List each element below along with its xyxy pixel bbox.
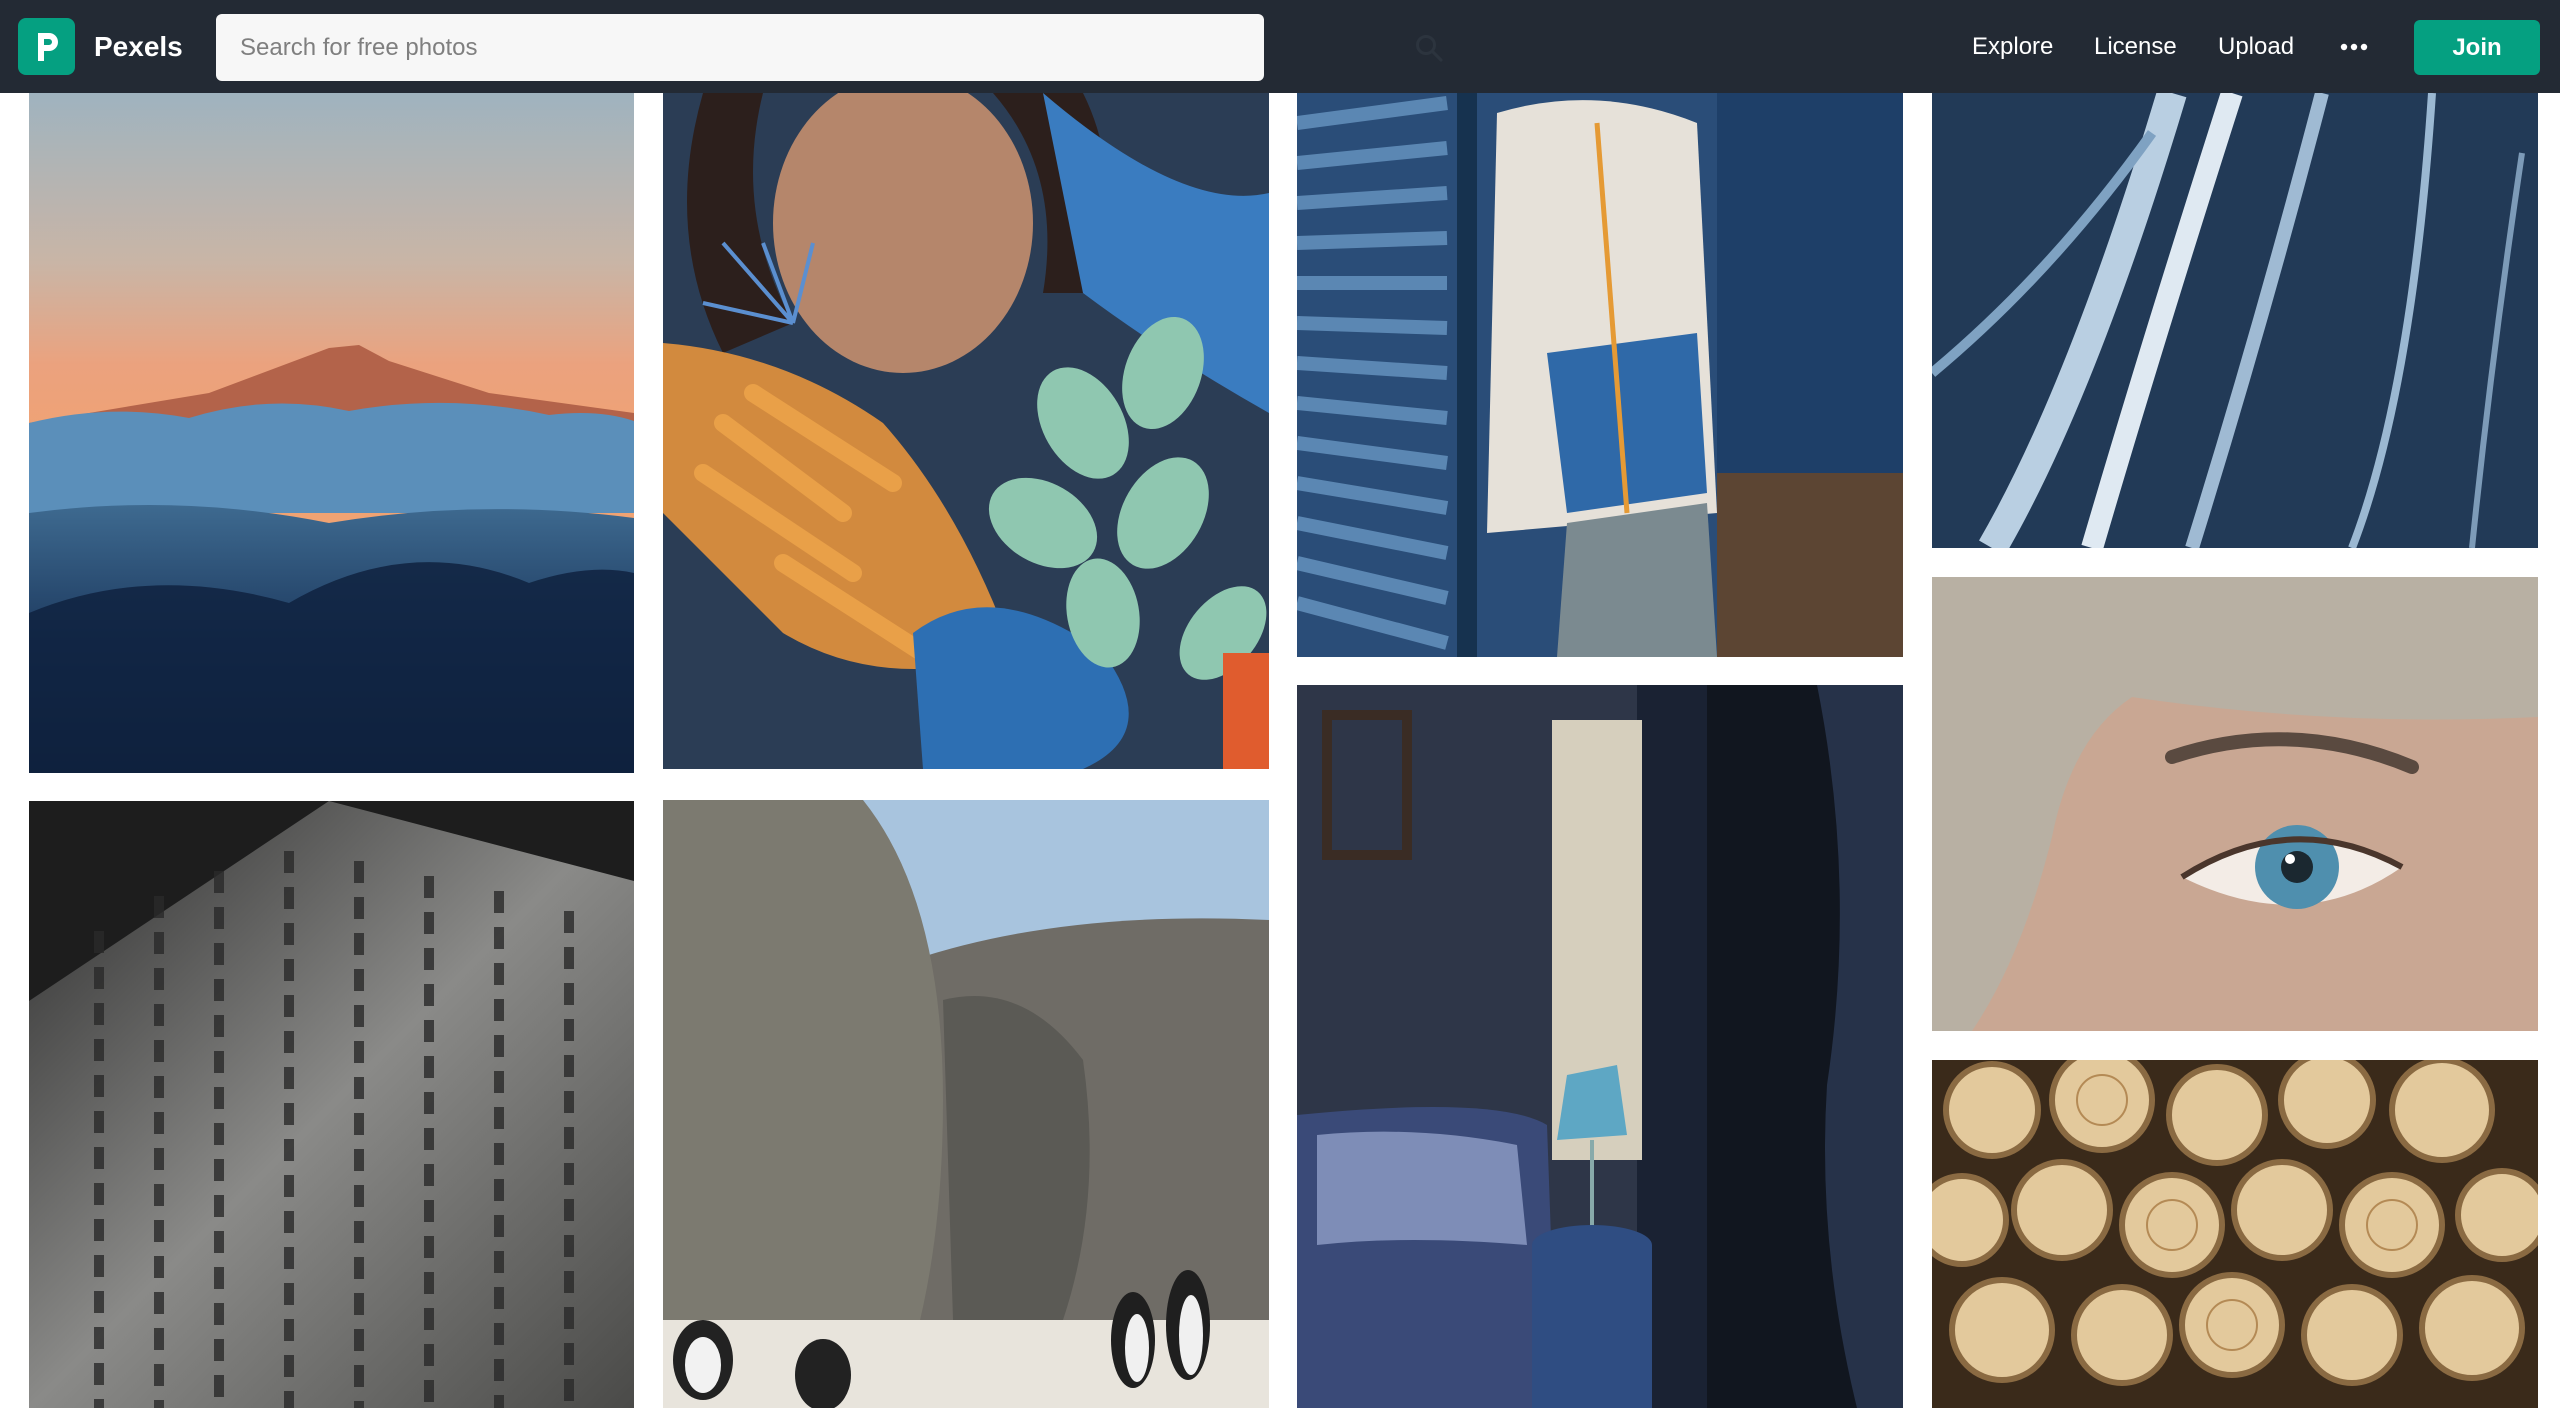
join-button[interactable]: Join [2414,20,2540,75]
photo-woman-leaves[interactable] [663,93,1269,769]
photo-stacked-logs[interactable] [1932,1060,2538,1408]
top-navigation-bar: Pexels Explore License Upload Join [0,0,2560,93]
brand-name[interactable]: Pexels [94,30,183,64]
photo-temple-inscriptions[interactable] [29,801,634,1408]
photo-eye-closeup[interactable] [1932,577,2538,1031]
nav-license-link[interactable]: License [2094,28,2177,66]
photo-dark-bedroom[interactable] [1297,685,1903,1408]
photo-fleece-jacket[interactable] [1297,93,1903,657]
search-icon[interactable] [1412,31,1446,65]
photo-penguins-boulders[interactable] [663,800,1269,1408]
pexels-logo[interactable] [18,18,75,75]
ellipsis-icon [2340,43,2368,51]
search-bar [216,14,1443,81]
pexels-logo-icon [37,32,58,61]
photo-frozen-ice[interactable] [1932,93,2538,548]
more-options-button[interactable] [2332,26,2376,68]
photo-mountain-sunset[interactable] [29,93,634,773]
nav-upload-link[interactable]: Upload [2218,28,2294,66]
search-input[interactable] [240,14,1180,81]
nav-explore-link[interactable]: Explore [1972,28,2053,66]
